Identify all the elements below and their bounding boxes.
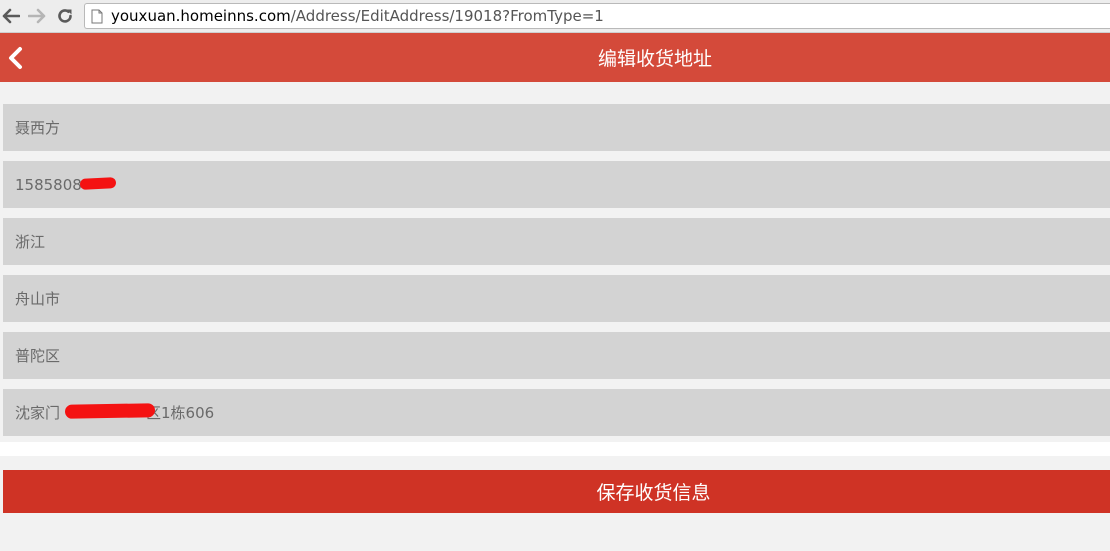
province-field[interactable]: 浙江 [3, 218, 1110, 265]
url-domain: youxuan.homeinns.com [111, 7, 291, 25]
save-button[interactable]: 保存收货信息 [3, 470, 1110, 513]
redaction-mark [64, 403, 156, 419]
address-bar[interactable]: youxuan.homeinns.com/Address/EditAddress… [84, 3, 1110, 29]
province-value: 浙江 [15, 233, 46, 251]
spacer [0, 82, 1110, 94]
app-header: 编辑收货地址 [0, 33, 1110, 82]
reload-icon[interactable] [54, 5, 76, 27]
redaction-mark [79, 177, 117, 190]
page-icon [91, 9, 103, 24]
arrow-right-icon[interactable] [26, 5, 48, 27]
chevron-left-icon[interactable] [4, 45, 26, 71]
browser-toolbar: youxuan.homeinns.com/Address/EditAddress… [0, 0, 1110, 33]
city-value: 舟山市 [15, 290, 61, 308]
phone-value: 1585808 [15, 175, 82, 194]
district-value: 普陀区 [15, 347, 61, 365]
address-field[interactable]: 沈家门 区1栋606 [3, 389, 1110, 436]
name-value: 聂西方 [15, 119, 61, 137]
url-text: youxuan.homeinns.com/Address/EditAddress… [111, 7, 604, 25]
page-title: 编辑收货地址 [597, 48, 712, 70]
phone-field[interactable]: 1585808 [3, 161, 1110, 208]
city-field[interactable]: 舟山市 [3, 275, 1110, 322]
name-field[interactable]: 聂西方 [3, 104, 1110, 151]
url-path: /Address/EditAddress/19018?FromType=1 [290, 7, 604, 25]
address-suffix: 区1栋606 [146, 404, 215, 422]
arrow-left-icon[interactable] [0, 5, 22, 27]
district-field[interactable]: 普陀区 [3, 332, 1110, 379]
address-prefix: 沈家门 [15, 404, 61, 422]
spacer [0, 442, 1110, 456]
